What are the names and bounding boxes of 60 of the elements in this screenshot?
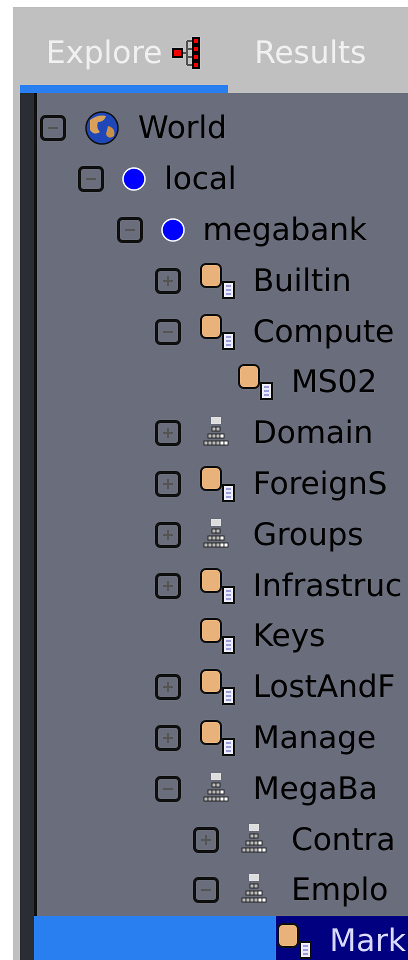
- collapse-icon[interactable]: [193, 877, 220, 904]
- expand-icon[interactable]: [193, 826, 220, 853]
- tree-item[interactable]: Groups: [34, 509, 408, 560]
- tree-item[interactable]: Emplo: [34, 864, 408, 916]
- tree-item[interactable]: local: [34, 154, 408, 205]
- tree-label: Contra: [291, 822, 396, 858]
- tree-item[interactable]: Manage: [34, 712, 408, 764]
- expand-icon[interactable]: [154, 420, 181, 446]
- user-document-icon: [198, 617, 235, 656]
- tree-label: Keys: [252, 618, 326, 654]
- tree-label: MegaBa: [252, 770, 378, 807]
- tree-item[interactable]: megabank: [34, 204, 408, 256]
- collapse-icon[interactable]: [78, 166, 104, 192]
- user-document-icon: [198, 566, 235, 605]
- user-document-icon: [276, 922, 312, 960]
- tree-item[interactable]: Builtin: [34, 255, 408, 306]
- user-document-icon: [237, 363, 274, 402]
- tree-label: Emplo: [291, 872, 388, 908]
- user-document-icon: [198, 312, 235, 351]
- tree-label: ForeignS: [252, 466, 388, 502]
- tree-label: Groups: [252, 516, 364, 553]
- tree-label: LostAndF: [252, 669, 396, 706]
- tree-label: megabank: [202, 212, 367, 248]
- tree-item[interactable]: ForeignS: [34, 458, 408, 510]
- collapse-icon[interactable]: [116, 216, 143, 243]
- tree-item[interactable]: LostAndF: [34, 662, 408, 713]
- tree-item[interactable]: Infrastruc: [34, 560, 408, 611]
- tree-label: Mark: [330, 923, 406, 960]
- tree-label: Infrastruc: [252, 568, 402, 604]
- tree-item[interactable]: Contra: [34, 814, 408, 865]
- tree-label: Builtin: [252, 262, 352, 299]
- tree-label: Manage: [252, 720, 376, 756]
- expand-icon[interactable]: [154, 572, 181, 599]
- tree-label: Compute: [252, 314, 394, 350]
- tree-item[interactable]: Domain: [34, 408, 408, 459]
- user-document-icon: [198, 464, 235, 503]
- expand-icon[interactable]: [154, 268, 181, 294]
- tree-item[interactable]: Keys: [34, 610, 408, 662]
- tree-item[interactable]: MS02: [34, 356, 408, 408]
- collapse-icon[interactable]: [154, 776, 181, 802]
- globe-icon: [84, 110, 120, 146]
- tree-label: World: [138, 110, 227, 146]
- user-document-icon: [198, 262, 235, 300]
- expand-icon[interactable]: [154, 674, 181, 700]
- collapse-icon[interactable]: [154, 318, 181, 345]
- expand-icon[interactable]: [154, 470, 181, 497]
- tree-label: local: [164, 161, 237, 198]
- user-document-icon: [198, 718, 235, 757]
- collapse-icon[interactable]: [40, 115, 66, 142]
- tree-item[interactable]: Mark: [34, 916, 408, 960]
- expand-icon[interactable]: [154, 522, 181, 548]
- tree-item[interactable]: Compute: [34, 306, 408, 357]
- tree-item[interactable]: MegaBa: [34, 763, 408, 814]
- expand-icon[interactable]: [154, 724, 181, 751]
- tree-item[interactable]: World: [34, 103, 408, 154]
- dot-icon: [160, 218, 185, 242]
- tree-label: Domain: [252, 415, 374, 452]
- user-document-icon: [198, 668, 235, 706]
- dot-icon: [122, 167, 146, 192]
- tree-label: MS02: [291, 364, 378, 400]
